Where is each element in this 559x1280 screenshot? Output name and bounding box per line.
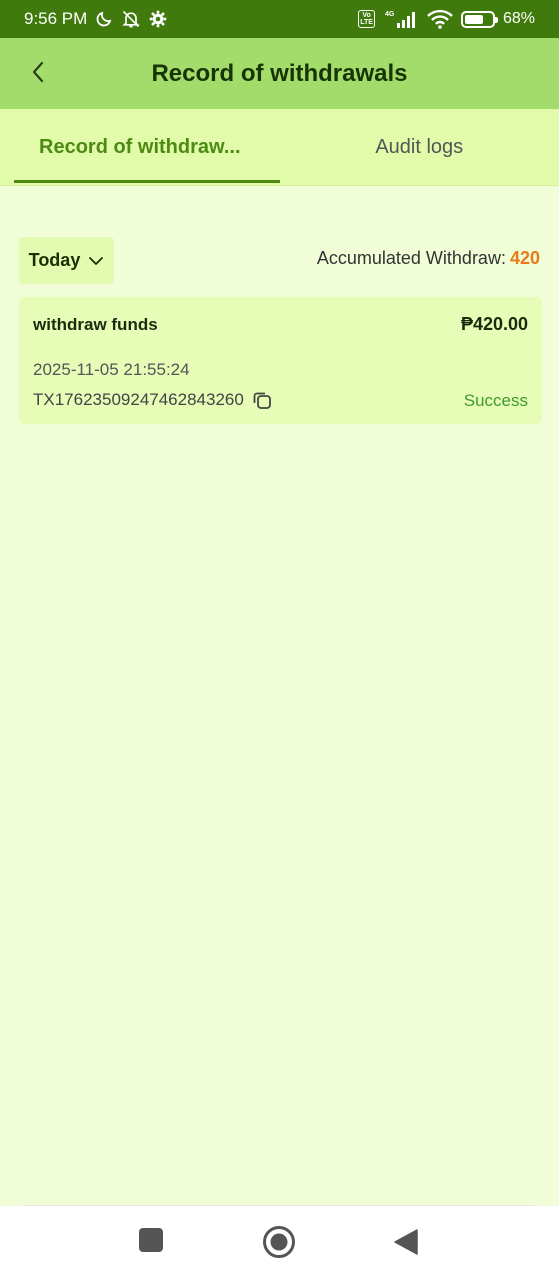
page-title: Record of withdrawals bbox=[151, 59, 408, 87]
app-header: Record of withdrawals bbox=[0, 38, 559, 109]
record-txid: TX17623509247462843260 bbox=[33, 390, 272, 410]
tab-record-of-withdraw[interactable]: Record of withdraw... bbox=[0, 109, 280, 185]
battery-fill bbox=[464, 14, 483, 24]
record-status: Success bbox=[463, 391, 528, 410]
accumulated-withdraw: Accumulated Withdraw: 420 bbox=[317, 248, 540, 269]
wifi-icon bbox=[427, 9, 453, 29]
gear-icon bbox=[149, 10, 167, 28]
square-icon bbox=[138, 1228, 164, 1257]
chevron-left-icon bbox=[30, 60, 46, 89]
record-datetime: 2025-11-05 21:55:24 bbox=[33, 360, 190, 379]
back-nav-button[interactable] bbox=[393, 1228, 419, 1261]
recents-button[interactable] bbox=[138, 1227, 164, 1258]
record-txid-value: TX17623509247462843260 bbox=[33, 390, 244, 409]
tab-label: Record of withdraw... bbox=[39, 135, 241, 158]
tab-label: Audit logs bbox=[375, 135, 464, 158]
accumulated-value: 420 bbox=[509, 248, 540, 268]
home-circle-icon bbox=[262, 1226, 296, 1263]
accumulated-label: Accumulated Withdraw: bbox=[316, 248, 506, 268]
status-time: 9:56 PM bbox=[24, 9, 88, 28]
date-filter-value: Today bbox=[28, 250, 81, 270]
date-filter-dropdown[interactable]: Today bbox=[19, 237, 114, 284]
tab-bar: Record of withdraw... Audit logs bbox=[0, 109, 559, 186]
network-label: 4G bbox=[385, 11, 395, 18]
volte-icon: Vo LTE bbox=[358, 10, 375, 28]
tab-audit-logs[interactable]: Audit logs bbox=[280, 109, 559, 185]
record-amount: ₱420.00 bbox=[460, 314, 528, 334]
withdrawal-record-card: withdraw funds ₱420.00 2025-11-05 21:55:… bbox=[19, 297, 542, 424]
home-button[interactable] bbox=[262, 1225, 296, 1264]
status-left: 9:56 PM bbox=[24, 9, 167, 29]
bell-off-icon bbox=[121, 9, 141, 29]
copy-icon[interactable] bbox=[252, 390, 272, 410]
battery-percent-value: 68 bbox=[502, 10, 521, 27]
status-right: Vo LTE 4G 68% bbox=[358, 9, 535, 29]
record-title: withdraw funds bbox=[33, 315, 158, 334]
moon-icon bbox=[95, 10, 113, 28]
battery-icon bbox=[460, 10, 498, 28]
triangle-back-icon bbox=[393, 1229, 419, 1260]
back-button[interactable] bbox=[22, 56, 54, 92]
signal-icon: 4G bbox=[383, 9, 419, 29]
chevron-down-icon bbox=[88, 250, 104, 271]
status-bar: 9:56 PM Vo LTE 4G 68% bbox=[0, 0, 559, 38]
battery-percent: 68% bbox=[502, 10, 535, 27]
